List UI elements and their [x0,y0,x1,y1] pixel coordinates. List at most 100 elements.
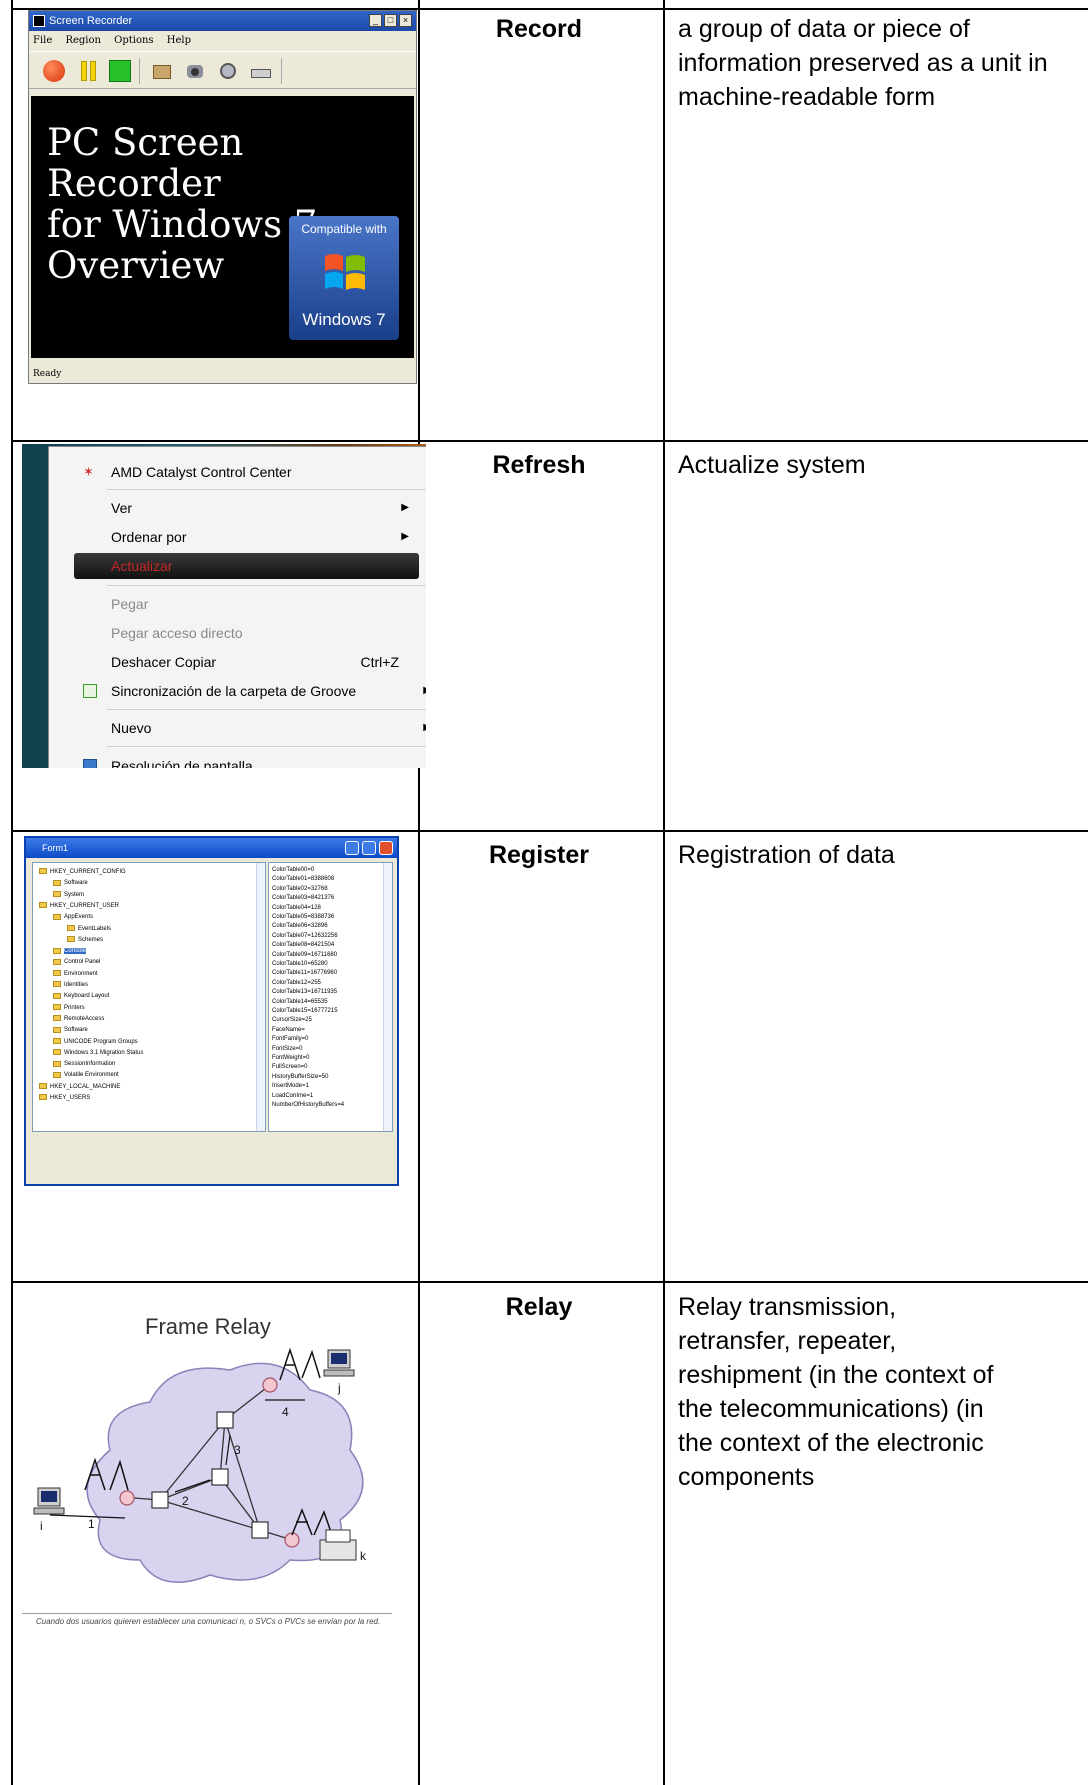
menu-item-amd-catalyst[interactable]: ✶ AMD Catalyst Control Center [49,459,426,485]
node-label-j: j [337,1381,341,1395]
tree-node[interactable]: HKEY_CURRENT_USER [39,901,119,911]
menu-item-groove-sync[interactable]: Sincronización de la carpeta de Groove ▶ [49,678,426,704]
minimize-button[interactable]: _ [369,14,382,27]
tree-node[interactable]: Schemes [67,935,103,945]
tree-node[interactable]: EventLabels [67,924,111,934]
context-menu-screenshot: ✶ AMD Catalyst Control Center Ver ▶ Orde… [22,444,426,768]
registry-tree[interactable]: HKEY_CURRENT_CONFIG Software System HKEY_CU… [32,862,266,1132]
status-bar: Ready [33,369,62,379]
folder-icon [53,891,61,898]
folder-icon [53,1060,61,1067]
registry-value-item[interactable]: FontWeight=0 [272,1054,309,1063]
list-scrollbar[interactable] [383,863,392,1131]
switch-node [216,1411,234,1429]
registry-value-item[interactable]: ColorTable13=16711935 [272,988,337,997]
menu-options[interactable]: Options [114,35,153,46]
frame-relay-diagram: 1 2 3 4 i j k [33,1347,367,1583]
tree-node[interactable]: Control Panel [53,957,100,967]
menu-item-pegar-acceso-directo[interactable]: Pegar acceso directo [49,620,426,646]
registry-value-item[interactable]: FullScreen=0 [272,1063,308,1072]
tree-node[interactable]: Software [53,1025,88,1035]
region-icon[interactable] [151,60,173,82]
registry-value-item[interactable]: FontSize=0 [272,1045,303,1054]
tree-node[interactable]: Printers [53,1003,85,1013]
menu-help[interactable]: Help [167,35,191,46]
close-button[interactable] [379,841,393,855]
tree-node[interactable]: UNICODE Program Groups [53,1037,138,1047]
tree-node[interactable]: Identities [53,980,88,990]
pause-icon[interactable] [77,60,99,82]
tree-node-label: Printers [64,1004,85,1011]
registry-value-item[interactable]: NumberOfHistoryBuffers=4 [272,1101,344,1110]
registry-value-item[interactable]: ColorTable09=16711680 [272,951,337,960]
screen-recorder-menubar: File Region Options Help [29,31,416,51]
tree-node[interactable]: SessionInformation [53,1059,115,1069]
tree-node[interactable]: HKEY_CURRENT_CONFIG [39,867,126,877]
menu-item-ordenar-por[interactable]: Ordenar por ▶ [49,524,426,550]
tree-node[interactable]: Windows 3.1 Migration Status [53,1048,143,1058]
menu-item-ver[interactable]: Ver ▶ [49,495,426,521]
menu-item-resolucion-pantalla[interactable]: Resolución de pantalla [49,753,426,768]
tree-node[interactable]: Software [53,878,88,888]
registry-value-item[interactable]: ColorTable01=8388608 [272,875,334,884]
menu-item-pegar[interactable]: Pegar [49,591,426,617]
registry-value-item[interactable]: ColorTable14=65535 [272,998,328,1007]
record-icon[interactable] [43,60,65,82]
menu-item-nuevo[interactable]: Nuevo ▶ [49,715,426,741]
registry-value-item[interactable]: CursorSize=25 [272,1016,312,1025]
tree-node[interactable]: Volatile Environment [53,1070,119,1080]
tree-node[interactable]: HKEY_LOCAL_MACHINE [39,1082,120,1092]
frame-relay-title: Frame Relay [145,1314,271,1339]
path-label-2: 2 [182,1494,189,1508]
menu-file[interactable]: File [33,35,52,46]
definition-relay-line: reshipment (in the context of [678,1361,994,1389]
registry-value-item[interactable]: ColorTable07=12632256 [272,932,338,941]
registry-value-item[interactable]: LoadConIme=1 [272,1092,313,1101]
registry-value-item[interactable]: ColorTable05=8388736 [272,913,334,922]
minimize-button[interactable] [345,841,359,855]
keyboard-icon[interactable] [250,60,272,82]
folder-icon [53,970,61,977]
folder-icon [53,1004,61,1011]
registry-value-item[interactable]: HistoryBufferSize=50 [272,1073,328,1082]
table-border-col2 [663,0,665,1785]
tree-node[interactable]: AppEvents [53,912,93,922]
tree-node[interactable]: Console [53,946,87,956]
registry-value-item[interactable]: ColorTable11=16776960 [272,969,337,978]
registry-value-item[interactable]: ColorTable10=65280 [272,960,328,969]
tree-scrollbar[interactable] [256,863,265,1131]
registry-value-item[interactable]: InsertMode=1 [272,1082,309,1091]
tree-node-label: HKEY_USERS [50,1095,91,1101]
registry-value-item[interactable]: FontFamily=0 [272,1035,309,1044]
audio-icon[interactable] [217,60,239,82]
registry-value-item[interactable]: ColorTable02=32768 [272,885,328,894]
registry-value-item[interactable]: ColorTable04=128 [272,904,321,913]
camera-icon[interactable] [184,60,206,82]
registry-values-list[interactable]: ColorTable00=0 ColorTable01=8388608 ColorT… [268,862,393,1132]
registry-value-item[interactable]: ColorTable00=0 [272,866,314,875]
registry-value-item[interactable]: ColorTable12=255 [272,979,321,988]
registry-value-item[interactable]: ColorTable08=8421504 [272,941,334,950]
tree-node-label: Software [64,880,88,887]
table-row-divider-2 [11,830,1088,832]
maximize-button[interactable] [362,841,376,855]
registry-value-item[interactable]: FaceName= [272,1026,305,1035]
registry-value-item[interactable]: ColorTable06=32896 [272,922,328,931]
tree-node[interactable]: RemoteAccess [53,1014,104,1024]
badge-windows-text: Windows 7 [302,310,386,329]
tree-node[interactable]: Environment [53,969,98,979]
maximize-button[interactable]: □ [384,14,397,27]
tree-node[interactable]: System [53,890,84,900]
registry-value-item[interactable]: ColorTable15=16777215 [272,1007,338,1016]
registry-value-item[interactable]: ColorTable03=8421376 [272,894,334,903]
definition-relay-line: the context of the electronic [678,1429,984,1457]
menu-region[interactable]: Region [65,35,101,46]
close-button[interactable]: × [399,14,412,27]
menu-item-deshacer-copiar[interactable]: Deshacer Copiar Ctrl+Z [49,649,426,675]
tree-node[interactable]: HKEY_USERS [39,1093,90,1103]
switch-node [151,1491,169,1509]
tree-node[interactable]: Keyboard Layout [53,991,109,1001]
menu-item-actualizar[interactable]: Actualizar [74,553,419,579]
stop-icon[interactable] [109,60,131,82]
submenu-arrow-icon: ▶ [423,678,426,704]
